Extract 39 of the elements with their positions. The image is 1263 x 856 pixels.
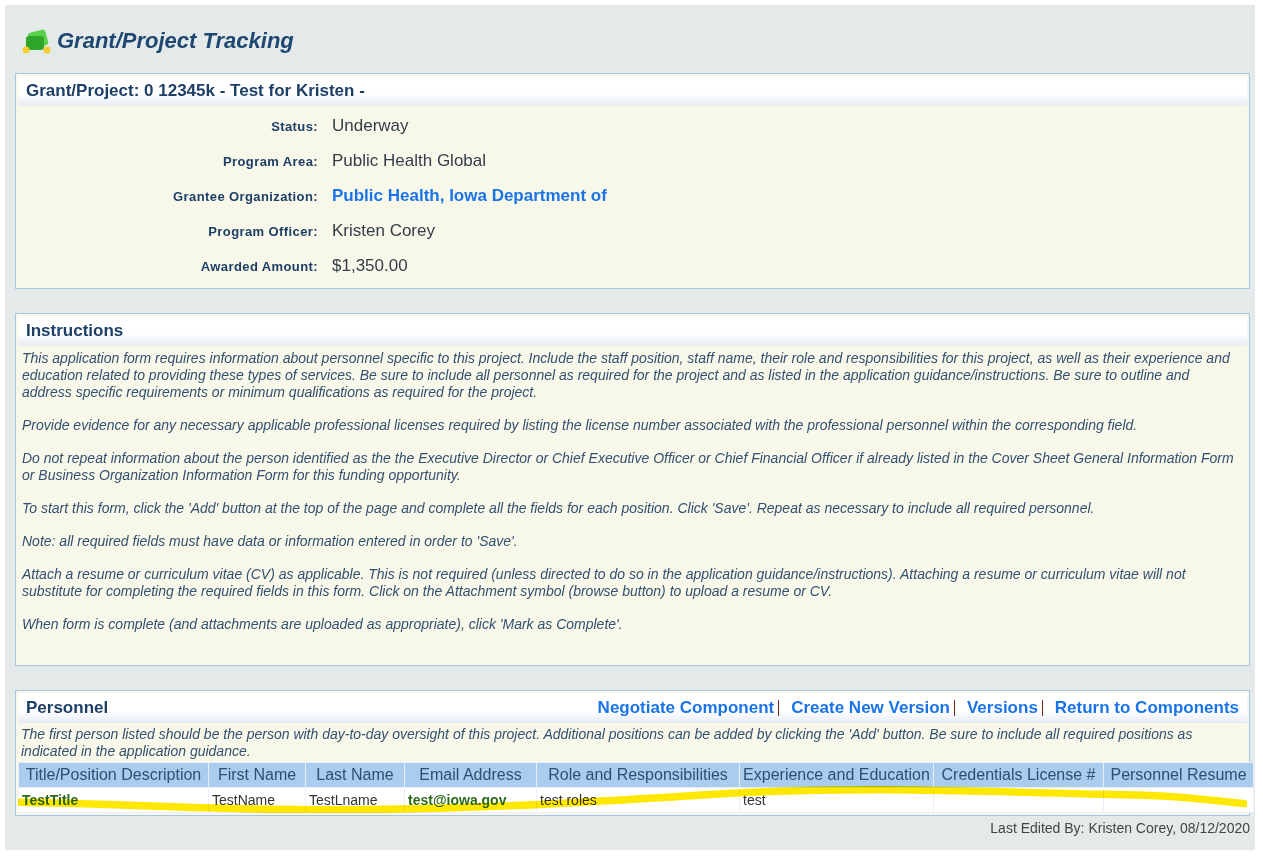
column-header: Personnel Resume — [1103, 762, 1254, 788]
page-title: Grant/Project Tracking — [57, 28, 294, 54]
last-edited-text: Last Edited By: Kristen Corey, 08/12/2020 — [989, 819, 1250, 838]
instruction-paragraph: Do not repeat information about the person identified as the the Executive Director or Chief Executive Officer or Chief Financial Officer if already listed in the Cover Sheet General Information Form or Business Organization Information Form for this funding opportunity. — [22, 450, 1235, 484]
field-label: Awarded Amount: — [199, 259, 318, 274]
panel-title: Personnel — [26, 698, 109, 718]
instruction-paragraph: Attach a resume or curriculum vitae (CV) as applicable. This is not required (unless directed to do so in the application guidance/instructions). Attaching a resume or curriculum vitae will not substitute for completing the required fields in this form. Click on the Attachment symbol (browse button) to upload a resume or CV. — [22, 566, 1187, 600]
panel-title: Instructions — [26, 321, 124, 341]
field-label: Status: — [270, 119, 318, 134]
field-value: Public Health Global — [332, 151, 488, 171]
money-stack-icon — [21, 27, 53, 55]
column-header: Email Address — [404, 762, 537, 788]
instruction-paragraph: Provide evidence for any necessary applicable professional licenses required by listing the license number associated with the professional personnel within the corresponding field. — [22, 417, 1139, 434]
column-header: Credentials License # — [933, 762, 1104, 788]
field-value: Kristen Corey — [332, 221, 436, 241]
field-label: Program Area: — [221, 154, 318, 169]
instruction-paragraph: To start this form, click the 'Add' button at the top of the page and complete all the fields for each position. Click 'Save'. Repeat as necessary to include all required personnel. — [22, 500, 1096, 517]
field-link[interactable]: Public Health, Iowa Department of — [332, 186, 1247, 206]
header-link[interactable]: Create New Version — [791, 698, 950, 718]
personnel-note: The first person listed should be the person with day-to-day oversight of this project. Additional positions can be added by clicking the 'Add' button. Be sure to include all required positions as indicated in the application guidance. — [20, 725, 1194, 761]
field-value: $1,350.00 — [332, 256, 409, 276]
instruction-paragraph: Note: all required fields must have data or information entered in order to 'Save'. — [22, 533, 519, 550]
field-value: Underway — [332, 116, 410, 136]
column-header: Role and Responsibilities — [536, 762, 740, 788]
instruction-paragraph: When form is complete (and attachments are uploaded as appropriate), click 'Mark as Complete'. — [22, 616, 624, 633]
header-link[interactable]: Versions — [966, 698, 1038, 718]
header-link[interactable]: Return to Components — [1054, 698, 1239, 718]
column-header: Title/Position Description — [18, 762, 209, 788]
instruction-paragraph: This application form requires information about personnel specific to this project. Include the staff position, staff name, their role and responsibilities for this project, as well as their experience and education related to providing these types of services. Be sure to include all personnel as required for the project and as listed in the application guidance/instructions. Be sure to outline and address specific requirements or minimum qualifications as required for the project. — [22, 350, 1231, 401]
header-link[interactable]: Negotiate Component — [597, 698, 775, 718]
column-header: Experience and Education — [739, 762, 934, 788]
panel-title: Grant/Project: 0 12345k - Test for Kristen - — [26, 81, 365, 101]
field-label: Grantee Organization: — [172, 189, 318, 204]
table-cell: test — [743, 792, 766, 808]
field-label: Program Officer: — [207, 224, 318, 239]
table-cell: TestName — [212, 792, 276, 808]
column-header: Last Name — [305, 762, 405, 788]
table-cell: TestLname — [309, 792, 378, 808]
column-header: First Name — [208, 762, 306, 788]
